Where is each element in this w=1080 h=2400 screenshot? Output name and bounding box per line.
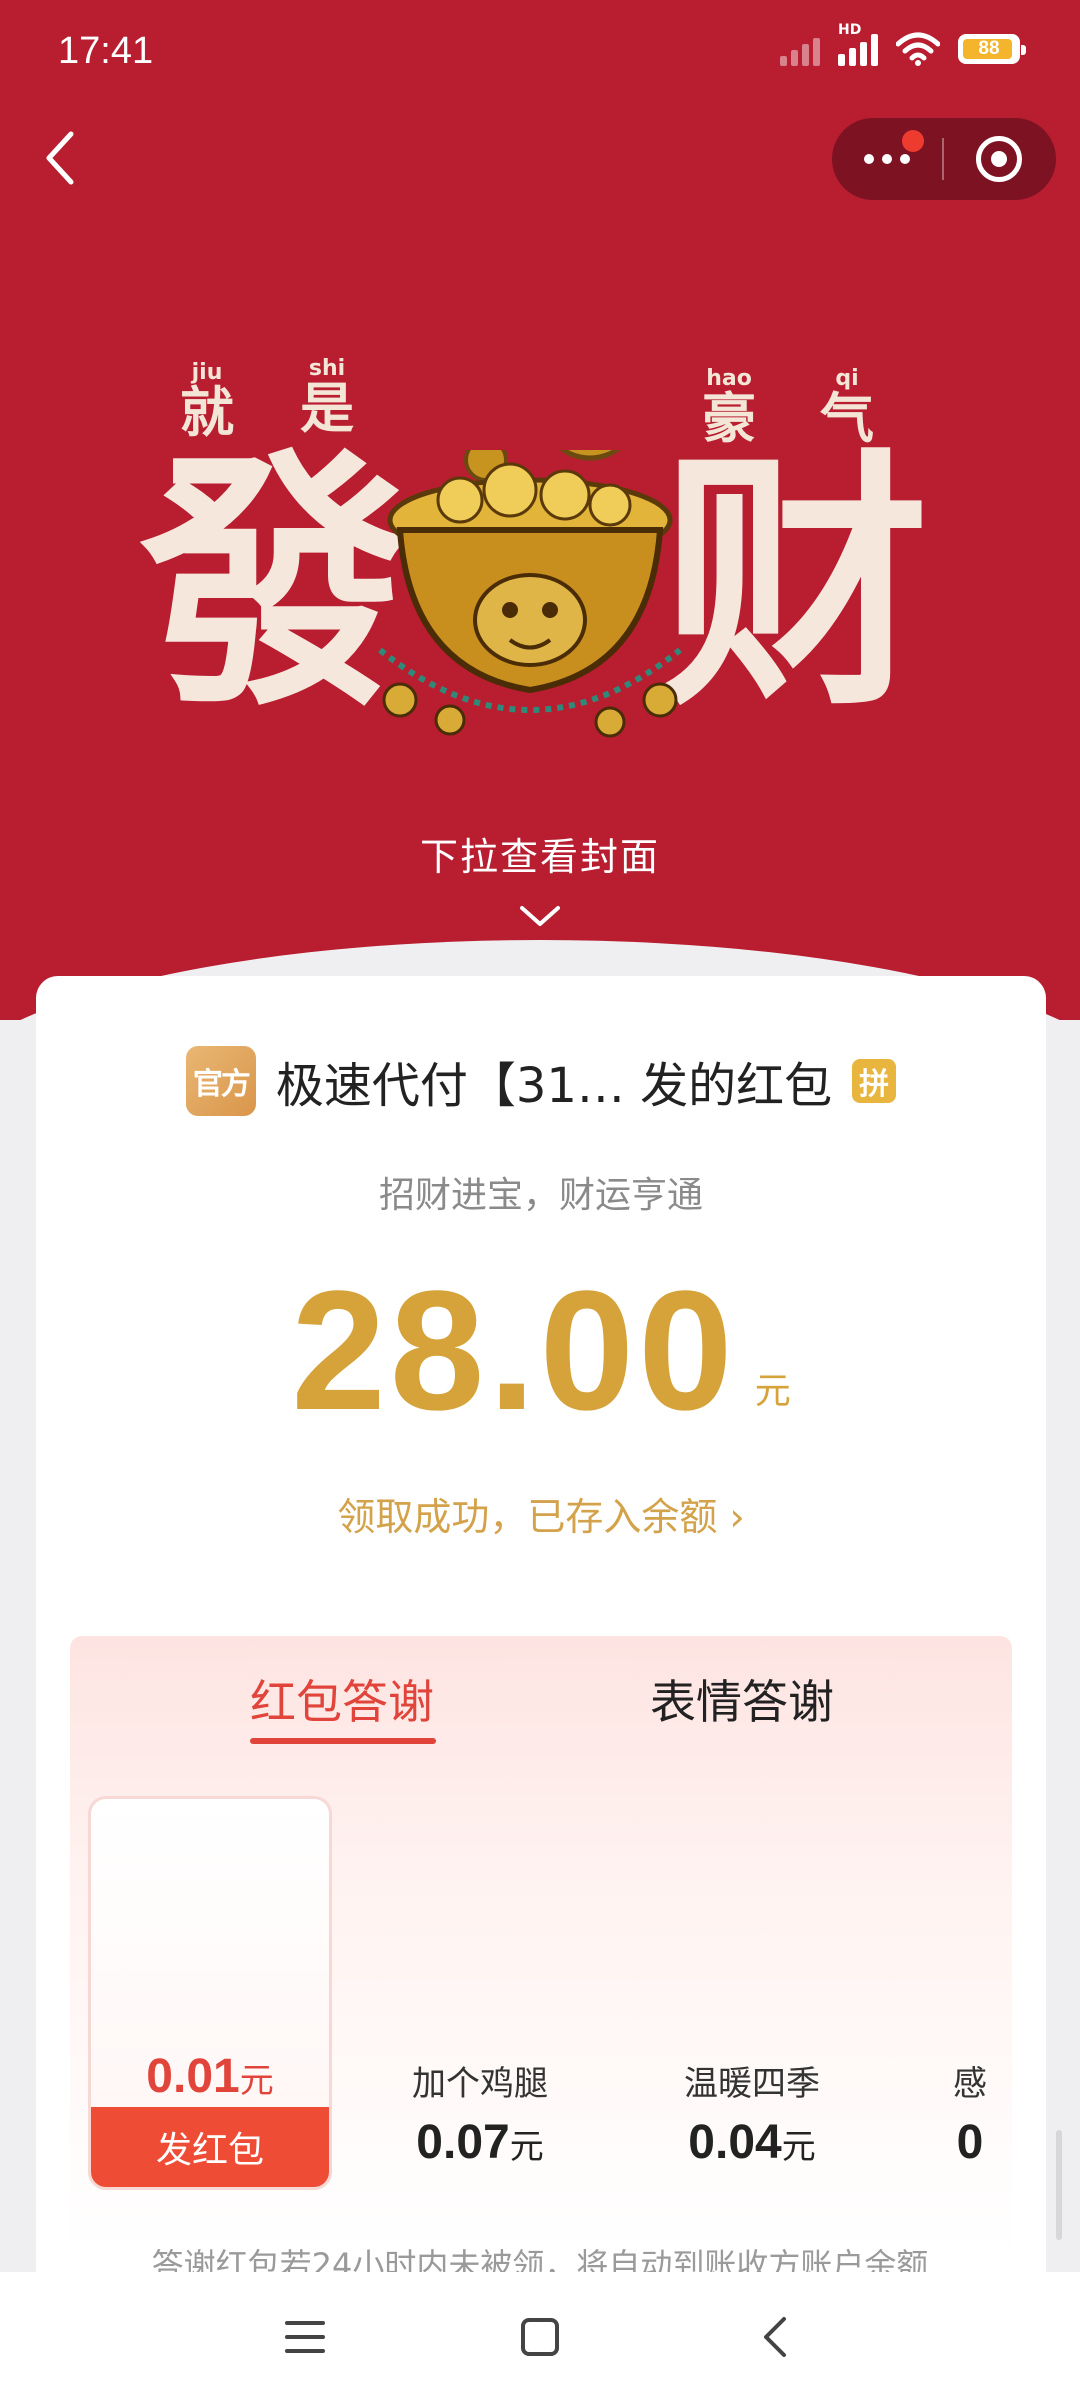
cover-artwork: jiu 就 shi 是 hao 豪 qi 气 發 财	[0, 300, 1080, 760]
cover-char-cai: 财	[660, 427, 930, 742]
wifi-icon	[896, 32, 940, 66]
pin-badge: 拼	[852, 1059, 897, 1103]
thanks-option[interactable]: 加个鸡腿 0.07元	[400, 2056, 560, 2170]
network-label: HD	[838, 22, 862, 38]
option-price: 0	[956, 2116, 984, 2169]
amount-row: 28.00 元	[36, 1266, 1046, 1436]
option-value: 0.01元	[146, 2050, 274, 2103]
received-amount: 28.00	[291, 1256, 737, 1446]
hd-signal-icon: HD	[838, 22, 878, 66]
back-arrow-icon	[764, 2317, 786, 2357]
amount-unit: 元	[754, 1371, 791, 1412]
back-button[interactable]	[30, 128, 90, 188]
status-icons: HD 88	[780, 22, 1026, 66]
scrollbar[interactable]	[1056, 2130, 1062, 2240]
chevron-left-icon	[46, 131, 74, 185]
menu-button[interactable]	[270, 2302, 340, 2372]
tab-red-packet-thanks[interactable]: 红包答谢	[250, 1666, 434, 1732]
status-bar: 17:41 HD 88	[0, 0, 1080, 110]
active-tab-indicator	[250, 1738, 436, 1744]
red-packet-card: 官方 极速代付【31… 发的红包 拼 招财进宝，财运亨通 28.00 元 领取成…	[36, 976, 1046, 2276]
option-price: 0.07元	[416, 2116, 544, 2169]
tab-sticker-thanks[interactable]: 表情答谢	[650, 1666, 834, 1732]
signal-icon-no-service	[780, 32, 820, 66]
balance-link[interactable]: 领取成功，已存入余额 ›	[36, 1486, 1046, 1541]
pinyin-shi: shi 是	[300, 356, 354, 440]
more-menu-button[interactable]	[832, 118, 942, 200]
miniprogram-capsule	[832, 118, 1056, 200]
official-badge: 官方	[185, 1046, 256, 1116]
home-square-icon	[521, 2318, 559, 2356]
sender-name: 极速代付【31… 发的红包	[275, 1058, 833, 1114]
close-miniprogram-button[interactable]	[944, 118, 1054, 200]
option-price: 0.04元	[688, 2116, 816, 2169]
menu-icon	[285, 2321, 325, 2353]
option-name: 感	[953, 2064, 987, 2104]
notification-dot	[902, 130, 924, 152]
thanks-option-selected[interactable]: 0.01元 发红包	[88, 1796, 332, 2190]
option-name: 加个鸡腿	[412, 2064, 548, 2104]
pull-down-hint: 下拉查看封面	[419, 835, 660, 879]
battery-level: 88	[978, 38, 1000, 59]
home-button[interactable]	[505, 2302, 575, 2372]
target-icon	[976, 136, 1022, 182]
thanks-option[interactable]: 温暖四季 0.04元	[672, 2056, 832, 2170]
wish-message: 招财进宝，财运亨通	[378, 1175, 703, 1216]
sender-row: 官方 极速代付【31… 发的红包 拼	[36, 1046, 1046, 1116]
battery-icon: 88	[958, 34, 1026, 64]
system-back-button[interactable]	[740, 2302, 810, 2372]
thanks-panel: 红包答谢 表情答谢 0.01元 发红包 加个鸡腿 0.07元 温暖四季 0.04…	[70, 1636, 1012, 2256]
thanks-option[interactable]: 感 0	[940, 2056, 1000, 2170]
option-name: 温暖四季	[684, 2064, 820, 2104]
treasure-pot-icon	[378, 450, 682, 738]
system-nav-bar	[0, 2272, 1080, 2400]
chevron-down-icon[interactable]	[516, 900, 564, 930]
send-red-packet-button[interactable]: 发红包	[91, 2107, 329, 2187]
status-time: 17:41	[58, 30, 154, 72]
